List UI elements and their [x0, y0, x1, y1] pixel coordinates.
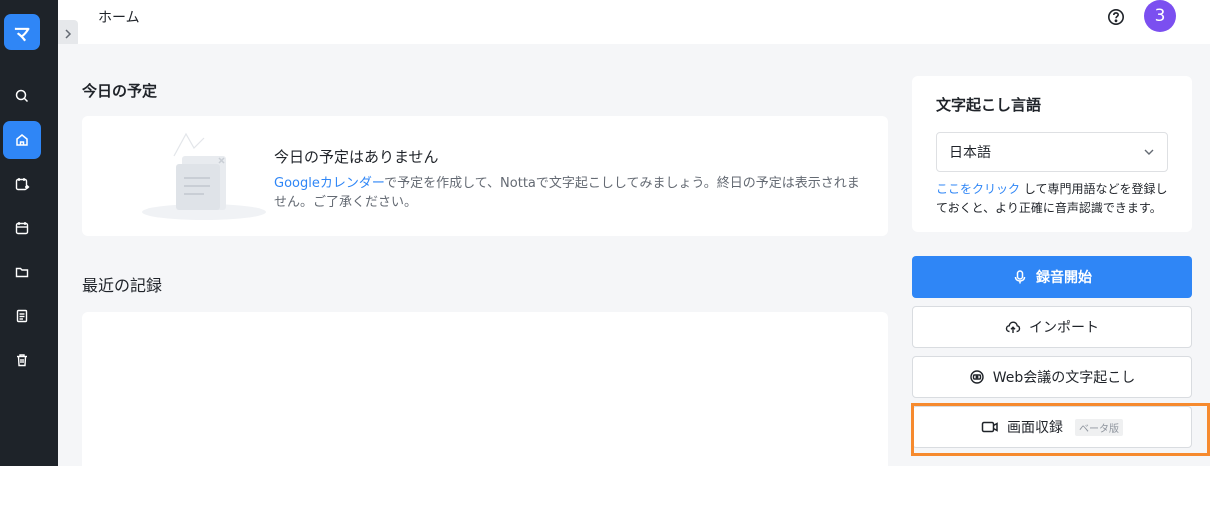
record-button[interactable]: 録音開始 [912, 256, 1192, 298]
logo-text: マ [13, 24, 31, 45]
language-select[interactable]: 日本語 [936, 132, 1168, 172]
schedule-card: 今日の予定はありません Googleカレンダーで予定を作成して、Nottaで文字… [82, 116, 888, 236]
import-button-label: インポート [1029, 320, 1099, 336]
page-title: ホーム [98, 10, 140, 26]
web-meeting-button-label: Web会議の文字起こし [992, 370, 1136, 386]
recent-records-card [82, 312, 888, 472]
sidebar-toggle-button[interactable] [58, 20, 78, 47]
language-selected-value: 日本語 [949, 145, 991, 161]
avatar-text: 3 [1154, 6, 1166, 26]
avatar[interactable]: 3 [1144, 0, 1176, 32]
sidebar-item-calendar[interactable] [3, 209, 41, 247]
cloud-upload-icon [1005, 321, 1021, 333]
empty-schedule-description: Googleカレンダーで予定を作成して、Nottaで文字起こししてみましょう。終… [274, 174, 864, 212]
document-icon [16, 309, 28, 323]
calendar-icon [15, 222, 29, 235]
meeting-icon [970, 370, 984, 384]
sidebar-item-search[interactable] [3, 77, 41, 115]
language-note: ここをクリック して専門用語などを登録しておくと、より正確に音声認識できます。 [936, 180, 1172, 218]
calendar-sync-icon [15, 178, 30, 191]
import-button[interactable]: インポート [912, 306, 1192, 348]
chevron-right-icon [65, 28, 72, 39]
sidebar-item-trash[interactable] [3, 341, 41, 379]
sidebar-item-home[interactable] [3, 121, 41, 159]
help-icon[interactable] [1107, 8, 1125, 26]
custom-vocabulary-link[interactable]: ここをクリック [936, 182, 1020, 196]
record-button-label: 録音開始 [1036, 270, 1092, 286]
microphone-icon [1014, 270, 1026, 284]
web-meeting-button[interactable]: Web会議の文字起こし [912, 356, 1192, 398]
home-icon [16, 134, 28, 146]
recent-heading: 最近の記録 [82, 276, 163, 295]
sidebar-item-folder[interactable] [3, 253, 41, 291]
google-calendar-link[interactable]: Googleカレンダー [274, 176, 384, 191]
folder-icon [15, 267, 29, 278]
schedule-heading: 今日の予定 [82, 82, 158, 100]
sidebar-item-schedule-sync[interactable] [3, 165, 41, 203]
language-heading: 文字起こし言語 [936, 96, 1042, 114]
empty-schedule-title: 今日の予定はありません [274, 148, 439, 166]
language-card: 文字起こし言語 日本語 ここをクリック して専門用語などを登録しておくと、より正… [912, 76, 1192, 232]
chevron-down-icon [1144, 149, 1154, 155]
sidebar-item-document[interactable] [3, 297, 41, 335]
top-bar: ホーム 3 [58, 0, 1210, 44]
app-logo[interactable]: マ [4, 14, 40, 50]
empty-schedule-illustration-icon [142, 132, 266, 220]
sidebar: マ [0, 0, 58, 466]
trash-icon [17, 354, 27, 367]
screen-record-highlight [911, 403, 1210, 456]
search-icon [15, 89, 29, 103]
